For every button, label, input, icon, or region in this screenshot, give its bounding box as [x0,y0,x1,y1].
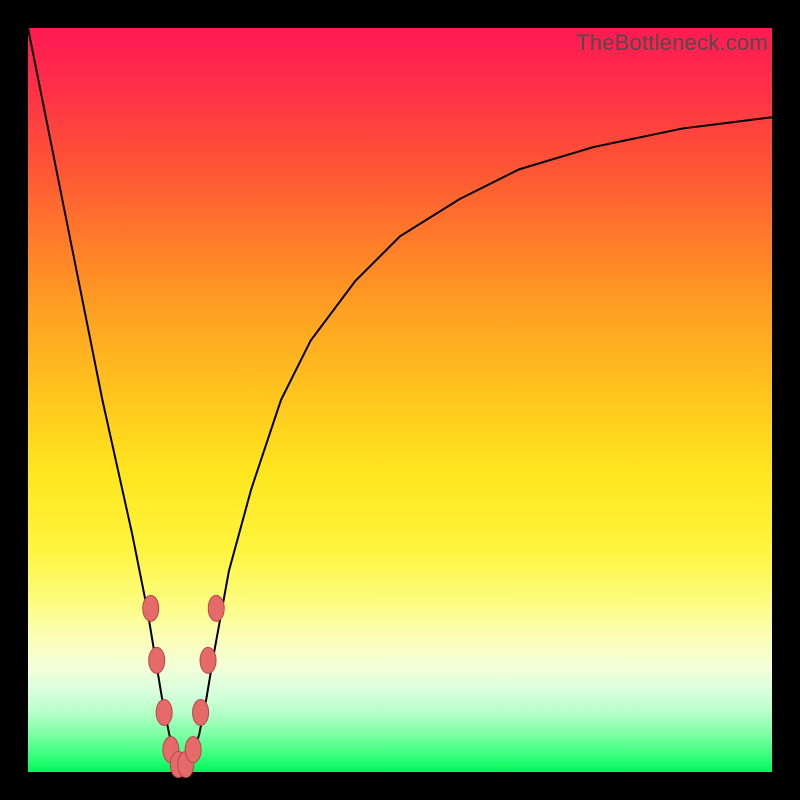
chart-frame: TheBottleneck.com [0,0,800,800]
data-marker [149,647,165,673]
markers-group [143,595,224,777]
data-marker [185,737,201,763]
data-marker [200,647,216,673]
curve-group [28,28,772,765]
data-marker [193,699,209,725]
bottleneck-curve [28,28,772,765]
data-marker [208,595,224,621]
data-marker [143,595,159,621]
data-marker [156,699,172,725]
watermark-text: TheBottleneck.com [576,30,768,56]
chart-svg [28,28,772,772]
